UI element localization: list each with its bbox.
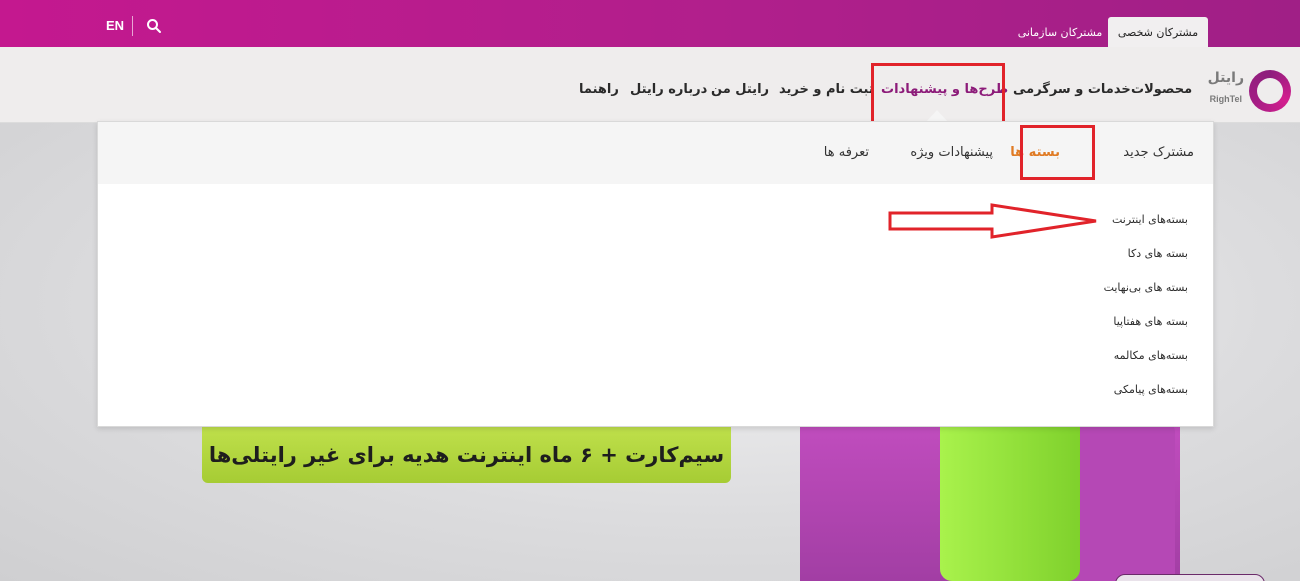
subnav-item-special-offers[interactable]: پیشنهادات ویژه [910, 142, 993, 164]
nav-item-register-buy[interactable]: ثبت نام و خرید [779, 72, 874, 108]
tab-personal-subscribers[interactable]: مشترکان شخصی [1108, 17, 1208, 47]
top-bar: EN مشترکان شخصی مشترکان سازمانی [0, 0, 1300, 47]
list-item-internet-packages[interactable]: بسته‌های اینترنت [1112, 211, 1188, 229]
hero-badge [1115, 574, 1265, 581]
subnav-item-new-subscriber[interactable]: مشترک جدید [1123, 142, 1194, 164]
list-item-unlimited-packages[interactable]: بسته های بی‌نهایت [1104, 279, 1188, 297]
rightel-logo-icon[interactable] [1249, 70, 1291, 112]
logo-text-fa: رایتل [1207, 70, 1244, 86]
nav-item-products[interactable]: محصولات [1131, 72, 1192, 108]
promo-text: سیم‌کارت + ۶ ماه اینترنت هدیه برای غیر ر… [208, 443, 725, 467]
nav-item-plans-offers[interactable]: طرح‌ها و پیشنهادات [881, 72, 1008, 108]
list-item-sms-packages[interactable]: بسته‌های پیامکی [1114, 381, 1188, 399]
subnav-item-tariffs[interactable]: تعرفه ها [824, 142, 869, 164]
nav-item-my-rightel[interactable]: رایتل من [711, 72, 769, 108]
dropdown-subnav: مشترک جدید بسته ها پیشنهادات ویژه تعرفه … [98, 122, 1213, 184]
subnav-item-packages[interactable]: بسته ها [1010, 142, 1060, 164]
language-switch[interactable]: EN [106, 18, 124, 33]
nav-item-about[interactable]: درباره رایتل [630, 72, 707, 108]
promo-banner[interactable]: سیم‌کارت + ۶ ماه اینترنت هدیه برای غیر ر… [202, 427, 731, 483]
nav-item-services[interactable]: خدمات و سرگرمی [1013, 72, 1131, 108]
nav-item-help[interactable]: راهنما [579, 72, 619, 108]
list-item-call-packages[interactable]: بسته‌های مکالمه [1114, 347, 1188, 365]
list-item-haftapia-packages[interactable]: بسته های هفتاپیا [1113, 313, 1188, 331]
hero-person-sleeve [940, 415, 1080, 581]
mega-dropdown: مشترک جدید بسته ها پیشنهادات ویژه تعرفه … [97, 121, 1214, 427]
hero-person-arm [1070, 420, 1175, 581]
list-item-deka-packages[interactable]: بسته های دکا [1128, 245, 1188, 263]
divider [132, 16, 133, 36]
annotation-arrow-icon [888, 203, 1097, 239]
logo-text-en: RighTel [1209, 94, 1242, 104]
search-icon[interactable] [146, 18, 162, 34]
tab-corporate-subscribers[interactable]: مشترکان سازمانی [1012, 17, 1108, 47]
